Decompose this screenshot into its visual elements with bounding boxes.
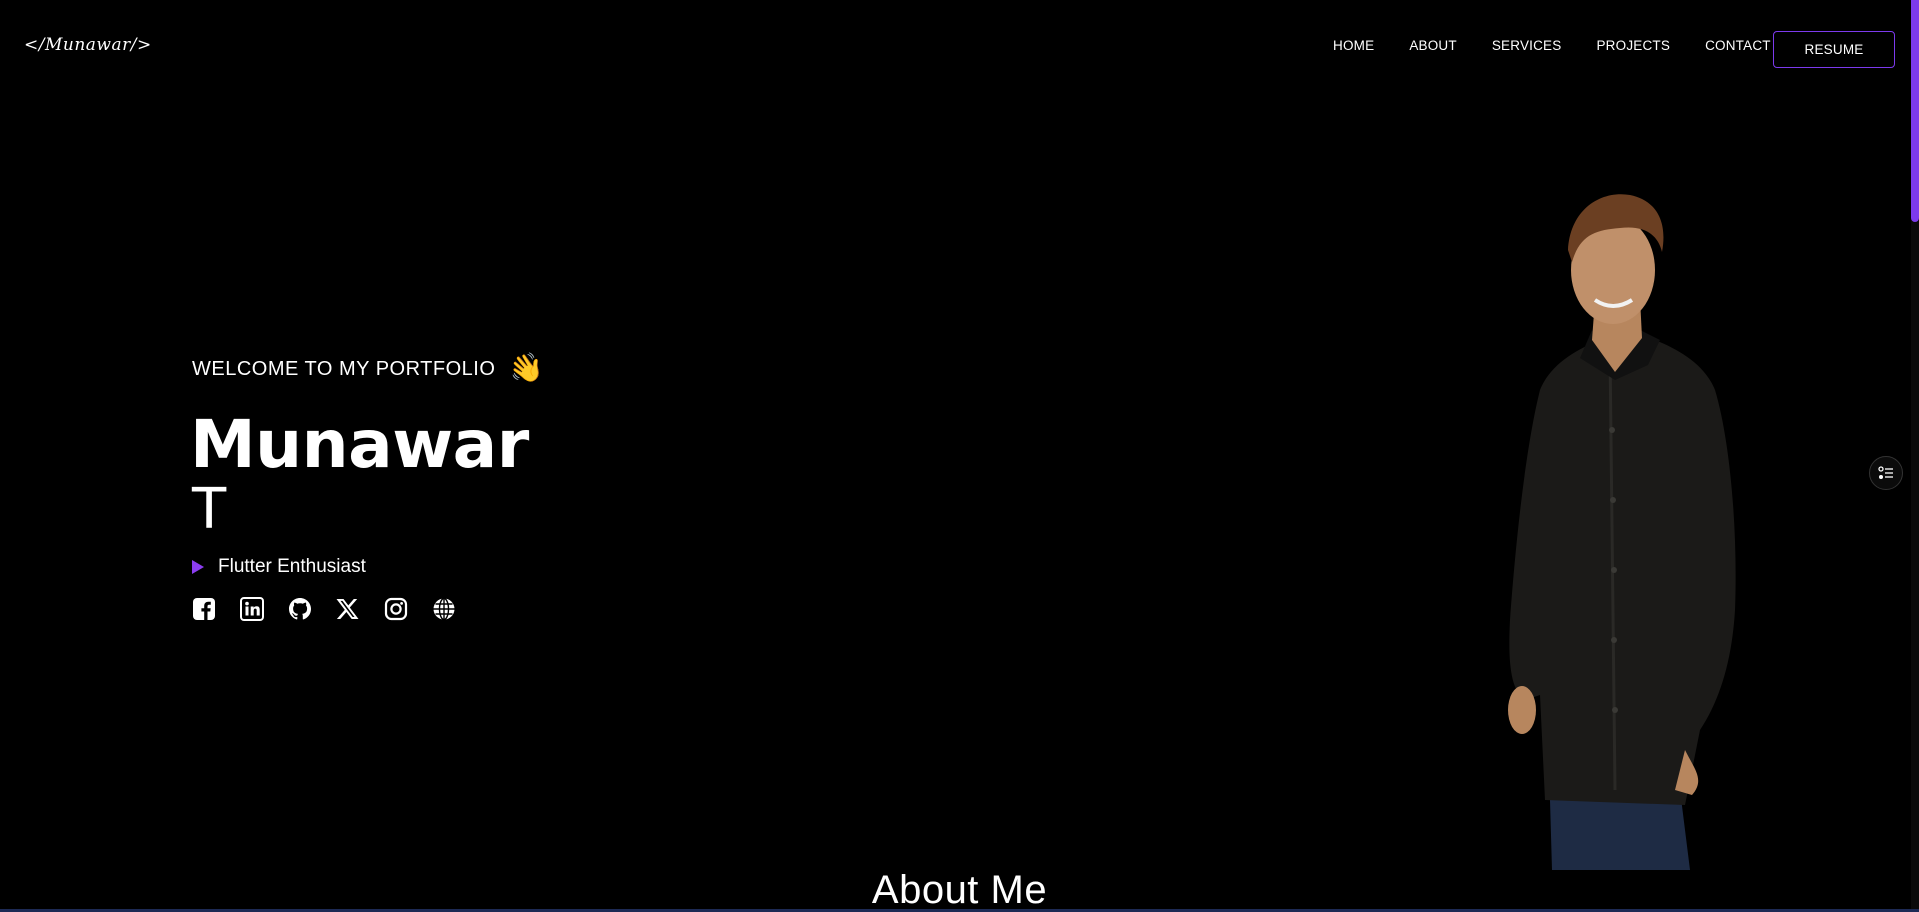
hero-name-first: Munawar xyxy=(190,406,529,483)
main-nav: HOME ABOUT SERVICES PROJECTS CONTACT xyxy=(1333,38,1771,53)
linkedin-icon[interactable] xyxy=(240,597,264,621)
about-section-title: About Me xyxy=(871,868,1048,912)
facebook-icon[interactable] xyxy=(192,597,216,621)
social-links xyxy=(192,597,456,621)
x-icon[interactable] xyxy=(336,597,360,621)
nav-about[interactable]: ABOUT xyxy=(1409,38,1457,53)
globe-icon[interactable] xyxy=(432,597,456,621)
welcome-text: WELCOME TO MY PORTFOLIO xyxy=(192,357,496,380)
play-arrow-icon xyxy=(192,560,204,574)
nav-home[interactable]: HOME xyxy=(1333,38,1374,53)
page-scrollbar[interactable] xyxy=(1911,0,1919,912)
nav-projects[interactable]: PROJECTS xyxy=(1596,38,1670,53)
logo-text: </Munawar/> xyxy=(24,35,152,55)
wave-hand-icon: 👋 xyxy=(506,350,547,387)
github-icon[interactable] xyxy=(288,597,312,621)
scrollbar-thumb[interactable] xyxy=(1911,0,1919,222)
nav-contact[interactable]: CONTACT xyxy=(1705,38,1771,53)
instagram-icon[interactable] xyxy=(384,597,408,621)
hero-role: Flutter Enthusiast xyxy=(192,556,366,578)
hero-name-last: T xyxy=(192,477,227,542)
profile-photo xyxy=(1508,194,1736,870)
toggle-list-icon xyxy=(1878,466,1893,479)
site-logo[interactable]: </Munawar/> xyxy=(24,28,170,62)
settings-toggle-button[interactable] xyxy=(1869,456,1903,490)
resume-button[interactable]: RESUME xyxy=(1773,31,1895,68)
nav-services[interactable]: SERVICES xyxy=(1492,38,1562,53)
welcome-line: WELCOME TO MY PORTFOLIO 👋 xyxy=(192,350,547,387)
role-text: Flutter Enthusiast xyxy=(218,556,366,577)
